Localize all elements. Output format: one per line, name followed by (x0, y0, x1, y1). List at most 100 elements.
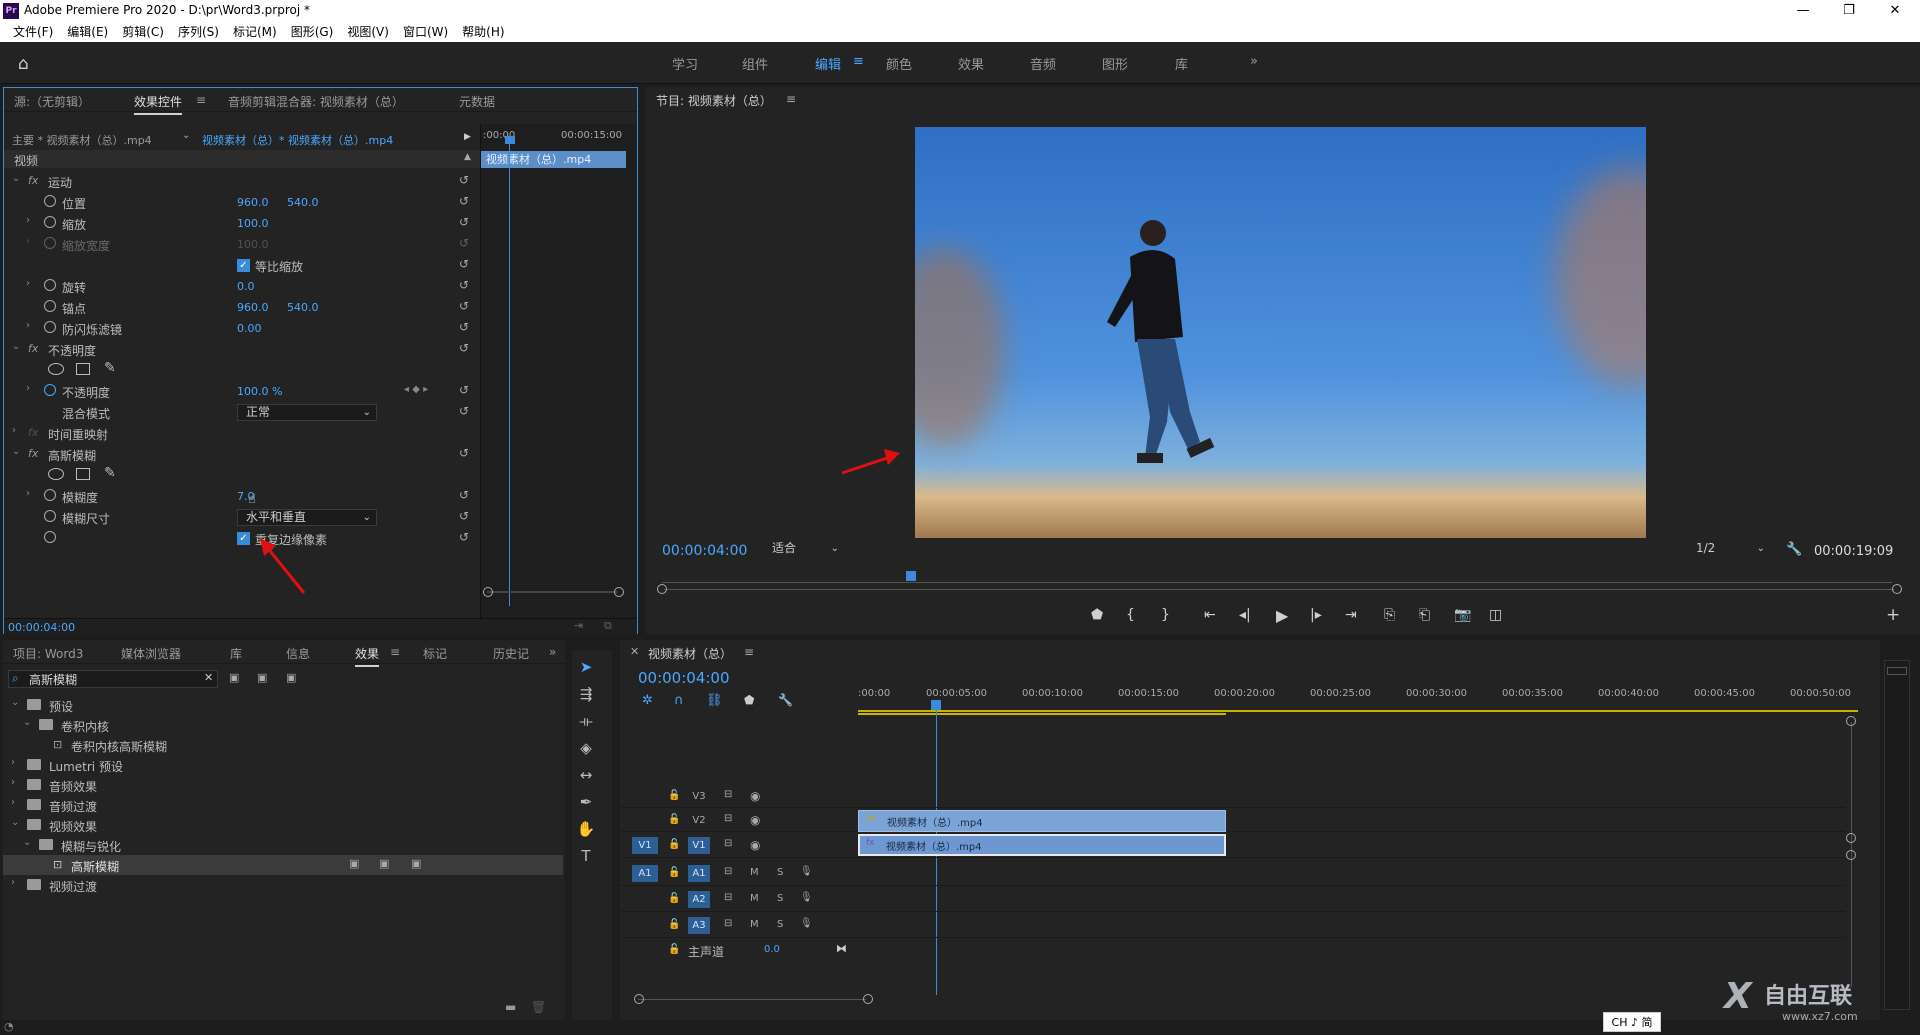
effect-controls-timecode[interactable]: 00:00:04:00 (8, 621, 75, 634)
wrench-icon[interactable]: 🔧 (1786, 542, 1802, 557)
track-label-v1[interactable]: V1 (688, 837, 710, 854)
tab-effects[interactable]: 效果 (355, 645, 380, 667)
uniform-scale-checkbox[interactable]: ✓ (237, 259, 250, 272)
track-label-a1[interactable]: A1 (688, 865, 710, 882)
reset-icon[interactable]: ↺ (459, 404, 469, 418)
lift-icon[interactable]: ⎘ (1384, 607, 1395, 623)
scale-value[interactable]: 100.0 (237, 217, 269, 230)
add-marker-icon[interactable]: ⬟ (1091, 607, 1103, 623)
timeline-playhead-handle[interactable] (931, 700, 941, 710)
reset-icon[interactable]: ↺ (459, 173, 469, 187)
reset-icon[interactable]: ↺ (459, 215, 469, 229)
stopwatch-icon[interactable] (44, 279, 56, 291)
close-button[interactable]: ✕ (1872, 0, 1918, 22)
workspace-color[interactable]: 颜色 (886, 54, 912, 73)
track-label-v3[interactable]: V3 (688, 789, 710, 804)
mini-timeline-scrollbar[interactable] (487, 591, 617, 593)
tab-metadata[interactable]: 元数据 (459, 93, 495, 110)
sync-lock-icon[interactable]: ⊟ (724, 892, 732, 903)
nest-icon[interactable]: ✲ (642, 693, 653, 708)
mic-icon[interactable]: 🎙 (800, 892, 813, 903)
keyframe-nav-icon[interactable]: ◂ ◆ ▸ (404, 384, 428, 395)
stopwatch-icon[interactable] (44, 216, 56, 228)
program-playhead[interactable] (906, 571, 916, 581)
position-x-value[interactable]: 960.0 (237, 196, 269, 209)
tab-audio-mixer[interactable]: 音频剪辑混合器: 视频素材（总） (228, 93, 404, 110)
ellipse-mask-icon[interactable] (48, 363, 64, 375)
blend-mode-select[interactable]: 正常 ⌄ (237, 404, 377, 421)
accelerated-effects-icon[interactable]: ▣ (229, 671, 239, 684)
pen-tool-icon[interactable]: ✒ (576, 793, 596, 813)
rotation-value[interactable]: 0.0 (237, 280, 255, 293)
chevron-right-icon[interactable]: › (26, 488, 30, 499)
tab-effect-controls[interactable]: 效果控件 (134, 93, 183, 115)
tab-source[interactable]: 源:（无剪辑） (14, 93, 90, 110)
panel-menu-icon[interactable]: ≡ (390, 645, 400, 659)
chevron-right-icon[interactable]: › (11, 777, 15, 788)
tree-audio-transitions[interactable]: › 音频过渡 (3, 795, 563, 815)
sequence-title[interactable]: 视频素材（总） (648, 645, 732, 662)
more-tabs-icon[interactable]: » (549, 645, 556, 659)
step-back-icon[interactable]: ◂| (1239, 607, 1251, 623)
reset-icon[interactable]: ↺ (459, 530, 469, 544)
delete-icon[interactable]: 🗑 (531, 1000, 546, 1014)
tab-media-browser[interactable]: 媒体浏览器 (121, 645, 181, 662)
new-bin-icon[interactable]: ▬ (505, 1000, 516, 1014)
comparison-view-icon[interactable]: ◫ (1489, 607, 1502, 623)
reset-icon[interactable]: ↺ (459, 278, 469, 292)
sync-lock-icon[interactable]: ⊟ (724, 866, 732, 877)
stopwatch-icon[interactable] (44, 510, 56, 522)
play-only-audio-icon[interactable]: ▶ (464, 132, 471, 142)
effect-opacity[interactable]: ⌄ fx 不透明度 ↺ (4, 339, 482, 360)
zoom-handle-right[interactable] (1892, 584, 1902, 594)
mute-button[interactable]: M (750, 919, 759, 930)
restore-button[interactable]: ❐ (1826, 0, 1872, 22)
anchor-y-value[interactable]: 540.0 (287, 301, 319, 314)
track-label-a2[interactable]: A2 (688, 891, 710, 908)
sync-lock-icon[interactable]: ⊟ (724, 789, 732, 800)
chevron-down-icon[interactable]: ⌄ (12, 446, 20, 457)
reset-icon[interactable]: ↺ (459, 194, 469, 208)
sync-lock-icon[interactable]: ⊟ (724, 813, 732, 824)
stopwatch-icon[interactable] (44, 321, 56, 333)
snap-icon[interactable]: ∩ (674, 693, 684, 708)
reset-icon[interactable]: ↺ (459, 341, 469, 355)
solo-button[interactable]: S (777, 893, 783, 904)
chevron-right-icon[interactable]: › (11, 797, 15, 808)
fx-icon[interactable]: fx (28, 342, 38, 355)
tree-audio-effects[interactable]: › 音频效果 (3, 775, 563, 795)
lock-icon[interactable]: 🔓 (668, 919, 680, 930)
chevron-right-icon[interactable]: › (26, 383, 30, 394)
filter-icon[interactable]: ⧉ (604, 619, 612, 633)
mini-timeline-clip[interactable]: 视频素材（总）.mp4 (481, 151, 626, 168)
button-editor-icon[interactable]: + (1886, 605, 1900, 625)
fit-select[interactable]: 适合 ⌄ (764, 541, 844, 558)
video-preview[interactable] (915, 127, 1646, 538)
slip-tool-icon[interactable]: ↔ (576, 766, 596, 786)
menu-help[interactable]: 帮助(H) (455, 22, 511, 42)
clip-v2[interactable]: fx 视频素材（总）.mp4 (858, 810, 1226, 832)
add-marker-icon[interactable]: ⬟ (744, 693, 754, 707)
quality-select[interactable]: 1/2 ⌄ (1688, 541, 1770, 558)
menu-clip[interactable]: 剪辑(C) (115, 22, 171, 42)
reset-icon[interactable]: ↺ (459, 236, 469, 250)
go-to-out-icon[interactable]: ⇥ (1345, 607, 1357, 623)
program-ruler[interactable] (662, 573, 1892, 583)
effects-mini-timeline[interactable]: :00:00 00:00:15:00 视频素材（总）.mp4 (480, 124, 637, 618)
lock-icon[interactable]: 🔓 (668, 893, 680, 904)
scroll-handle-left[interactable] (483, 587, 493, 597)
export-frame-icon[interactable]: 📷 (1454, 607, 1471, 623)
timeline-settings-icon[interactable]: 🔧 (778, 693, 793, 707)
yuv-effects-icon[interactable]: ▣ (286, 671, 296, 684)
flicker-value[interactable]: 0.00 (237, 322, 262, 335)
mic-icon[interactable]: 🎙 (800, 866, 813, 877)
source-patch-v1[interactable]: V1 (632, 837, 658, 854)
effects-search-box[interactable]: ⌕ ✕ (8, 670, 218, 688)
rectangle-mask-icon[interactable] (76, 468, 90, 480)
reset-icon[interactable]: ↺ (459, 488, 469, 502)
track-label-a3[interactable]: A3 (688, 917, 710, 934)
tab-libraries[interactable]: 库 (230, 645, 242, 662)
eye-icon[interactable]: ◉ (750, 813, 760, 827)
tab-info[interactable]: 信息 (286, 645, 310, 662)
scroll-handle-left[interactable] (634, 994, 644, 1004)
